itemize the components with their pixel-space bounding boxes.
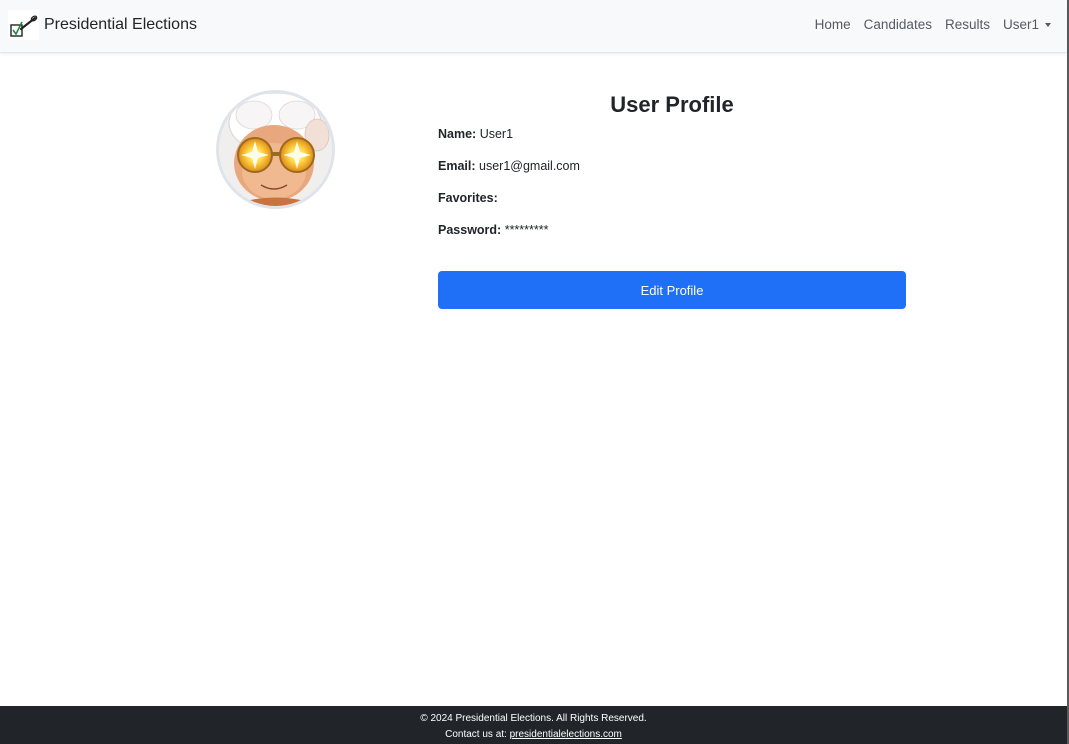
password-value: *********: [504, 223, 549, 237]
email-label: Email:: [438, 159, 476, 173]
brand-link[interactable]: Presidential Elections: [8, 10, 197, 40]
name-label: Name:: [438, 127, 477, 141]
nav-results[interactable]: Results: [945, 17, 990, 32]
footer: © 2024 Presidential Elections. All Right…: [0, 706, 1067, 744]
footer-contact: Contact us at: presidentialelections.com: [0, 729, 1067, 740]
nav-candidates[interactable]: Candidates: [864, 17, 932, 32]
name-value: User1: [479, 127, 514, 141]
edit-profile-button[interactable]: Edit Profile: [438, 271, 906, 309]
favorites-label: Favorites:: [438, 191, 498, 205]
user-menu-dropdown[interactable]: User1: [1003, 17, 1051, 32]
avatar: [216, 90, 335, 209]
ballot-logo-icon: [8, 10, 39, 40]
footer-contact-prefix: Contact us at:: [445, 729, 507, 740]
page-title: User Profile: [610, 92, 734, 117]
caret-down-icon: [1045, 22, 1051, 27]
user-menu-label: User1: [1002, 17, 1039, 32]
password-row: Password: *********: [438, 223, 548, 237]
password-label: Password:: [438, 223, 502, 237]
avatar-image: [219, 93, 332, 206]
brand-title: Presidential Elections: [44, 16, 197, 33]
nav-home[interactable]: Home: [815, 17, 851, 32]
name-row: Name: User1: [438, 127, 513, 141]
profile-card: User Profile Name: User1 Email: user1@gm…: [438, 90, 906, 309]
navbar: Presidential Elections Home Candidates R…: [0, 0, 1067, 53]
footer-contact-link[interactable]: presidentialelections.com: [510, 729, 622, 740]
footer-copyright: © 2024 Presidential Elections. All Right…: [420, 713, 647, 724]
page: Presidential Elections Home Candidates R…: [0, 0, 1069, 744]
email-row: Email: user1@gmail.com: [438, 159, 580, 173]
email-value: user1@gmail.com: [479, 159, 580, 173]
favorites-row: Favorites:: [438, 191, 498, 205]
nav-links: Home Candidates Results User1: [802, 17, 1051, 32]
